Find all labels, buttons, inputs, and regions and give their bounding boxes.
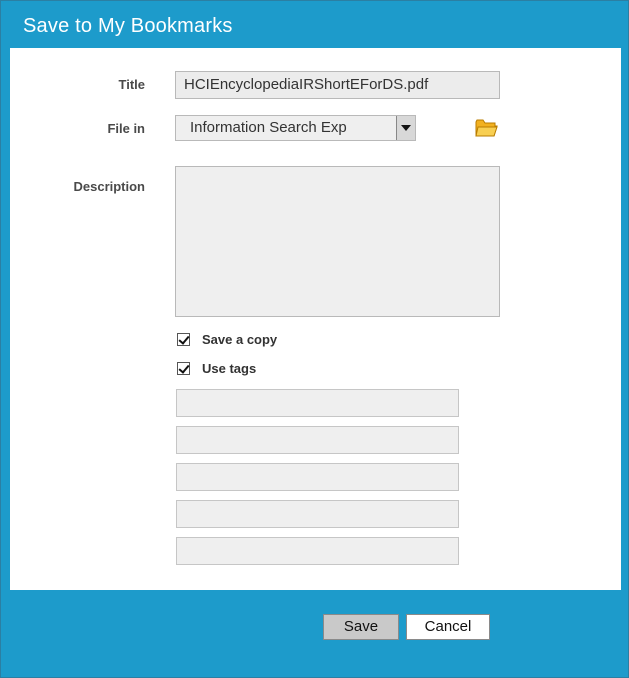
use-tags-option[interactable]: Use tags xyxy=(177,358,256,378)
save-copy-option[interactable]: Save a copy xyxy=(177,329,277,349)
title-input[interactable]: HCIEncyclopediaIRShortEForDS.pdf xyxy=(175,71,500,99)
use-tags-checkbox[interactable] xyxy=(177,361,190,375)
folder-open-icon[interactable] xyxy=(475,118,499,138)
file-in-label: File in xyxy=(107,121,145,136)
tag-input-5[interactable] xyxy=(176,537,459,565)
form-panel: Title HCIEncyclopediaIRShortEForDS.pdf F… xyxy=(10,48,621,590)
title-label: Title xyxy=(118,77,146,92)
file-in-select[interactable]: Information Search Exp xyxy=(175,115,416,141)
save-button[interactable]: Save xyxy=(323,614,399,640)
description-label: Description xyxy=(73,179,145,194)
tag-input-3[interactable] xyxy=(176,463,459,491)
description-textarea[interactable] xyxy=(175,166,500,317)
save-copy-label: Save a copy xyxy=(202,331,278,347)
tag-input-1[interactable] xyxy=(176,389,459,417)
cancel-button[interactable]: Cancel xyxy=(406,614,490,640)
file-in-selected-value: Information Search Exp xyxy=(190,119,347,136)
save-bookmark-dialog: Save to My Bookmarks Title HCIEncycloped… xyxy=(0,0,629,678)
dialog-title: Save to My Bookmarks xyxy=(23,15,233,37)
save-copy-checkbox[interactable] xyxy=(177,332,190,346)
dropdown-arrow-icon[interactable] xyxy=(396,116,415,140)
tag-input-4[interactable] xyxy=(176,500,459,528)
tag-input-2[interactable] xyxy=(176,426,459,454)
use-tags-label: Use tags xyxy=(202,360,257,376)
